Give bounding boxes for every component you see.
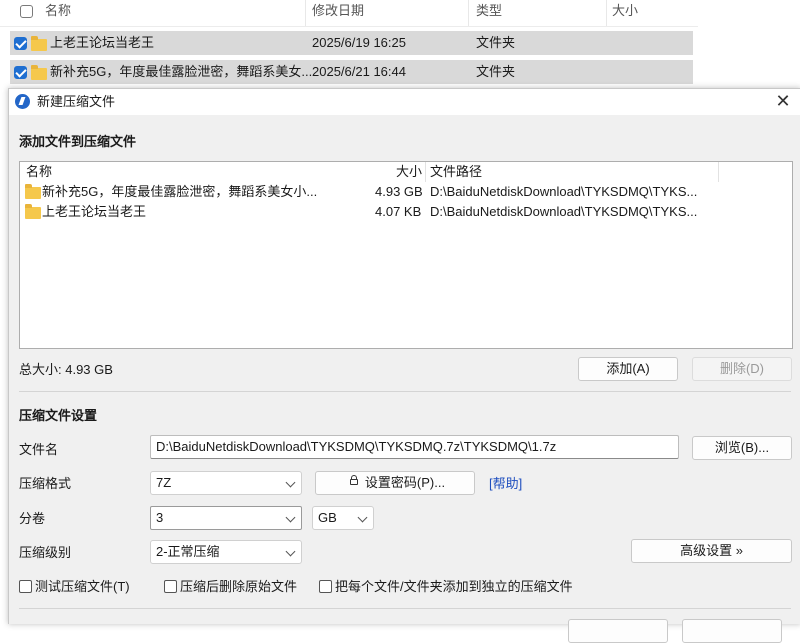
volume-size-combobox[interactable]: 3: [150, 506, 302, 530]
add-button[interactable]: 添加(A): [578, 357, 678, 381]
add-files-section-title: 添加文件到压缩文件: [19, 134, 137, 149]
file-explorer: 名称 修改日期 类型 大小 上老王论坛当老王 2025/6/19 16:25 文…: [0, 0, 800, 90]
row-type: 文件夹: [476, 64, 516, 79]
column-size[interactable]: 大小: [612, 0, 638, 26]
file-list-column-size[interactable]: 大小: [396, 162, 422, 182]
close-icon[interactable]: ✕: [773, 91, 793, 111]
column-divider[interactable]: [305, 0, 306, 26]
row-modified: 2025/6/19 16:25: [312, 35, 406, 50]
chevron-down-icon: [285, 546, 296, 557]
archive-settings-section-title: 压缩文件设置: [19, 408, 98, 423]
folder-icon: [25, 204, 41, 219]
column-divider[interactable]: [468, 0, 469, 26]
app-logo-icon: [15, 94, 30, 109]
separate-archives-checkbox[interactable]: [319, 580, 332, 593]
folder-icon: [31, 36, 47, 51]
select-all-checkbox[interactable]: [20, 5, 33, 18]
row-name: 新补充5G，年度最佳露脸泄密，舞蹈系美女...: [50, 64, 313, 79]
file-list-row-size: 4.93 GB: [375, 184, 423, 199]
column-divider[interactable]: [606, 0, 607, 26]
test-archive-label[interactable]: 测试压缩文件(T): [35, 578, 130, 596]
delete-after-checkbox[interactable]: [164, 580, 177, 593]
column-divider[interactable]: [425, 162, 426, 182]
compression-level-select[interactable]: 2-正常压缩: [150, 540, 302, 564]
volume-unit-select[interactable]: GB: [312, 506, 374, 530]
format-label: 压缩格式: [19, 476, 72, 491]
lock-icon: [350, 475, 358, 485]
chevron-down-icon: [285, 512, 296, 523]
row-checkbox[interactable]: [14, 37, 27, 50]
column-modified[interactable]: 修改日期: [312, 0, 364, 26]
dialog-titlebar[interactable]: 新建压缩文件 ✕: [9, 89, 800, 115]
advanced-settings-button[interactable]: 高级设置 »: [631, 539, 792, 563]
explorer-row[interactable]: 上老王论坛当老王 2025/6/19 16:25 文件夹: [10, 31, 693, 55]
volume-size-value: 3: [156, 510, 164, 525]
file-list-row-path: D:\BaiduNetdiskDownload\TYKSDMQ\TYKS...: [430, 184, 698, 199]
file-list-header: 名称 大小 文件路径: [20, 162, 792, 182]
explorer-column-header: 名称 修改日期 类型 大小: [0, 0, 698, 27]
folder-icon: [31, 65, 47, 80]
file-list-column-path[interactable]: 文件路径: [430, 162, 482, 182]
help-link[interactable]: [帮助]: [489, 475, 522, 493]
filename-label: 文件名: [19, 442, 59, 457]
delete-button[interactable]: 删除(D): [692, 357, 792, 381]
set-password-label: 设置密码(P)...: [364, 475, 446, 490]
chevron-down-icon: [285, 477, 296, 488]
file-list-row-size: 4.07 KB: [375, 204, 422, 219]
row-type: 文件夹: [476, 35, 516, 50]
test-archive-checkbox[interactable]: [19, 580, 32, 593]
dialog-title: 新建压缩文件: [37, 94, 116, 109]
format-select[interactable]: 7Z: [150, 471, 302, 495]
set-password-button[interactable]: 设置密码(P)...: [315, 471, 475, 495]
volume-unit-value: GB: [318, 510, 337, 525]
row-checkbox[interactable]: [14, 66, 27, 79]
separate-archives-label[interactable]: 把每个文件/文件夹添加到独立的压缩文件: [335, 578, 573, 596]
column-name[interactable]: 名称: [45, 0, 71, 26]
row-modified: 2025/6/21 16:44: [312, 64, 406, 79]
column-divider[interactable]: [718, 162, 719, 182]
delete-after-label[interactable]: 压缩后删除原始文件: [180, 578, 297, 596]
file-list-row-name: 新补充5G，年度最佳露脸泄密，舞蹈系美女小...: [42, 184, 318, 199]
column-type[interactable]: 类型: [476, 0, 502, 26]
chevron-down-icon: [357, 512, 368, 523]
row-name: 上老王论坛当老王: [50, 35, 155, 50]
compression-level-label: 压缩级别: [19, 545, 72, 560]
compression-level-value: 2-正常压缩: [156, 544, 220, 559]
new-archive-dialog: 新建压缩文件 ✕ 添加文件到压缩文件 名称 大小 文件路径 新补充5G，年度最佳…: [8, 88, 800, 643]
folder-icon: [25, 184, 41, 199]
file-list[interactable]: 名称 大小 文件路径 新补充5G，年度最佳露脸泄密，舞蹈系美女小... 4.93…: [19, 161, 793, 349]
file-list-row[interactable]: 新补充5G，年度最佳露脸泄密，舞蹈系美女小... 4.93 GB D:\Baid…: [20, 182, 792, 202]
file-list-row[interactable]: 上老王论坛当老王 4.07 KB D:\BaiduNetdiskDownload…: [20, 202, 792, 222]
volume-label: 分卷: [19, 511, 46, 526]
format-select-value: 7Z: [156, 475, 172, 490]
file-list-row-path: D:\BaiduNetdiskDownload\TYKSDMQ\TYKS...: [430, 204, 698, 219]
total-size: 总大小: 4.93 GB: [19, 362, 113, 377]
file-list-column-name[interactable]: 名称: [26, 162, 52, 182]
divider: [19, 608, 791, 609]
browse-button[interactable]: 浏览(B)...: [692, 436, 792, 460]
divider: [19, 391, 791, 392]
filename-input[interactable]: D:\BaiduNetdiskDownload\TYKSDMQ\TYKSDMQ.…: [150, 435, 679, 459]
explorer-row[interactable]: 新补充5G，年度最佳露脸泄密，舞蹈系美女... 2025/6/21 16:44 …: [10, 60, 693, 84]
file-list-row-name: 上老王论坛当老王: [42, 204, 147, 219]
